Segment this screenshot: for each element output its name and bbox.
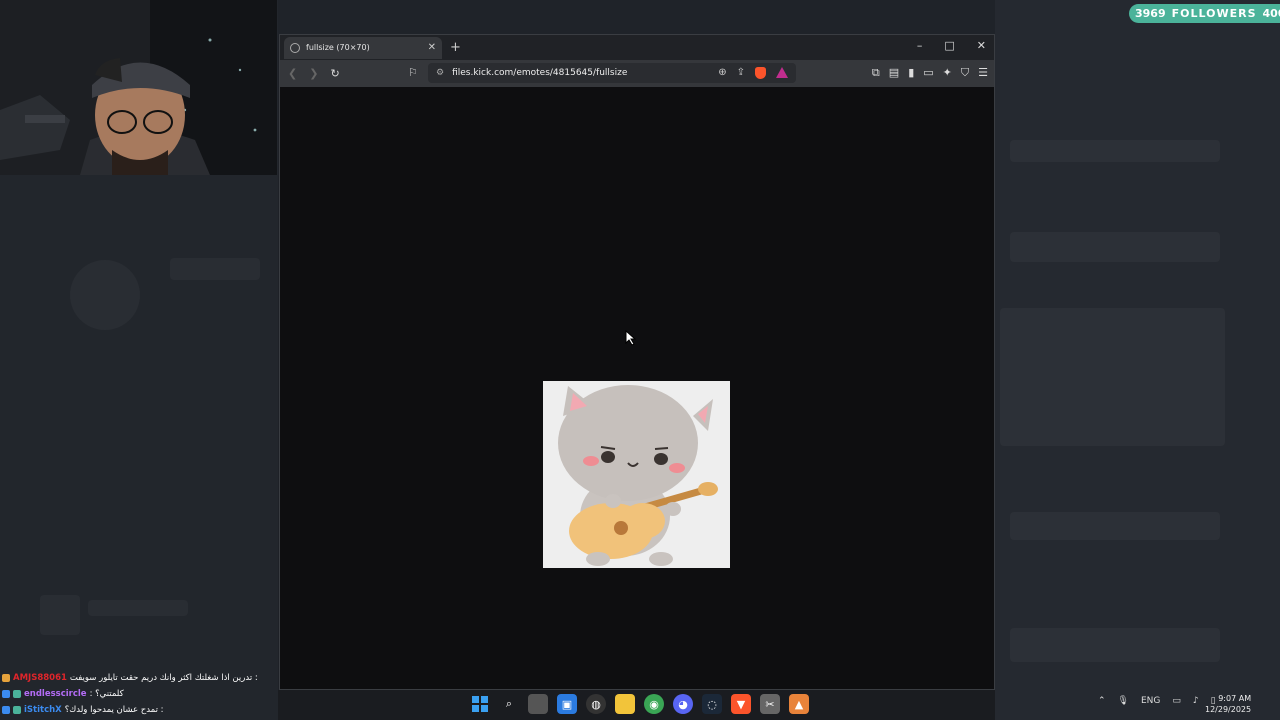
chrome-canary-icon[interactable]: ◍ (586, 694, 606, 714)
browser-toolbar: ❮ ❯ ↻ ⚐ ⚙ files.kick.com/emotes/4815645/… (280, 60, 994, 87)
steam-icon[interactable]: ◌ (702, 694, 722, 714)
language-indicator[interactable]: ENG (1141, 696, 1160, 706)
window-controls: – □ ✕ (917, 39, 986, 52)
clock-date: 12/29/2025 (1205, 705, 1252, 714)
chat-message: AMJS88061 تدرين اذا شغلتك اكثر وانك دريم… (2, 670, 274, 686)
snipping-tool-icon[interactable]: ✂ (760, 694, 780, 714)
brave-shields-icon[interactable] (755, 67, 766, 79)
app-icon[interactable]: ▲ (789, 694, 809, 714)
brave-icon[interactable]: ▼ (731, 694, 751, 714)
emote-image[interactable] (543, 381, 730, 568)
wallet-icon[interactable]: ▭ (923, 66, 933, 80)
nav-buttons: ❮ ❯ ↻ (288, 67, 340, 80)
store-icon[interactable]: ▣ (557, 694, 577, 714)
followers-label: FOLLOWERS (1171, 7, 1257, 20)
address-bar[interactable]: ⚙ files.kick.com/emotes/4815645/fullsize… (428, 63, 796, 83)
maximize-button[interactable]: □ (944, 39, 954, 52)
chrome-icon[interactable]: ◉ (644, 694, 664, 714)
browser-window: fullsize (70×70) ✕ + – □ ✕ ❮ ❯ ↻ ⚐ ⚙ fil… (279, 34, 995, 690)
site-settings-icon[interactable]: ⚙ (436, 68, 444, 78)
reader-icon[interactable]: ▤ (889, 66, 899, 80)
chat-username[interactable]: AMJS88061 (13, 673, 67, 683)
tab-close-icon[interactable]: ✕ (428, 42, 436, 53)
globe-icon (290, 42, 300, 53)
share-icon[interactable]: ⇪ (737, 67, 745, 79)
stream-top-strip (278, 0, 995, 34)
taskbar: ⌕ ▣ ◍ ◉ ◕ ◌ ▼ ✂ ▲ ⌃ 🎙 ENG ▭ ♪ ▯ 9:07 AM … (0, 690, 1280, 720)
cat-guitar-emote (543, 381, 730, 568)
taskbar-apps: ⌕ ▣ ◍ ◉ ◕ ◌ ▼ ✂ ▲ (470, 694, 809, 714)
extensions-icon[interactable]: ⧉ (872, 66, 880, 80)
file-explorer-icon[interactable] (615, 694, 635, 714)
system-tray: ⌃ 🎙 ENG ▭ ♪ ▯ (1098, 696, 1216, 706)
tab-fullsize[interactable]: fullsize (70×70) ✕ (284, 36, 442, 59)
chevron-up-icon[interactable]: ⌃ (1098, 696, 1106, 706)
microphone-icon[interactable]: 🎙 (1118, 696, 1129, 706)
ghost-line-2 (1010, 232, 1220, 262)
clock-time: 9:07 AM (1218, 694, 1252, 703)
webcam-feed (0, 0, 277, 175)
address-bar-actions: ⊕ ⇪ (718, 67, 788, 79)
sidebar-icon[interactable]: ▮ (908, 66, 914, 80)
chat-text: تدرين اذا شغلتك اكثر وانك دريم حقت تايلو… (69, 673, 258, 683)
forward-icon[interactable]: ❯ (309, 67, 318, 80)
tab-title: fullsize (70×70) (306, 43, 370, 52)
followers-current: 3969 (1135, 7, 1166, 20)
url-text[interactable]: files.kick.com/emotes/4815645/fullsize (452, 68, 627, 78)
minimize-button[interactable]: – (917, 39, 923, 52)
webcam-image (0, 0, 277, 175)
back-icon[interactable]: ❮ (288, 67, 297, 80)
page-viewport (280, 87, 994, 689)
zoom-icon[interactable]: ⊕ (718, 67, 726, 79)
bookmark-icon[interactable]: ⚐ (408, 66, 418, 79)
reload-icon[interactable]: ↻ (330, 67, 339, 80)
ghost-line-1 (1010, 140, 1220, 162)
ghost-title-block (170, 258, 260, 280)
leo-ai-icon[interactable]: ✦ (943, 66, 952, 80)
search-icon[interactable]: ⌕ (499, 694, 519, 714)
volume-icon[interactable]: ♪ (1193, 696, 1199, 706)
task-view-icon[interactable] (528, 694, 548, 714)
network-icon[interactable]: ▭ (1172, 696, 1181, 706)
ghost-line-4 (1010, 628, 1220, 662)
ghost-thumb (40, 595, 80, 635)
followers-goal: 4000 (1262, 7, 1280, 20)
mouse-cursor-icon (625, 330, 637, 346)
vpn-icon[interactable]: ⛉ (961, 66, 969, 80)
new-tab-button[interactable]: + (450, 40, 461, 55)
ghost-banner (1000, 308, 1225, 446)
sub-badge-icon (2, 674, 10, 682)
taskbar-clock[interactable]: 9:07 AM 12/29/2025 (1205, 693, 1251, 715)
windows-start-icon[interactable] (470, 694, 490, 714)
ghost-avatar (70, 260, 140, 330)
ghost-line-3 (1010, 512, 1220, 540)
tab-bar: fullsize (70×70) ✕ + – □ ✕ (280, 35, 994, 60)
followers-goal-badge: 3969 FOLLOWERS 4000 (1129, 4, 1280, 23)
ghost-text-block (88, 600, 188, 616)
close-window-button[interactable]: ✕ (977, 39, 986, 52)
browser-tools: ⧉ ▤ ▮ ▭ ✦ ⛉ ☰ (872, 66, 988, 80)
menu-icon[interactable]: ☰ (978, 66, 988, 80)
brave-rewards-icon[interactable] (776, 67, 788, 78)
discord-icon[interactable]: ◕ (673, 694, 693, 714)
